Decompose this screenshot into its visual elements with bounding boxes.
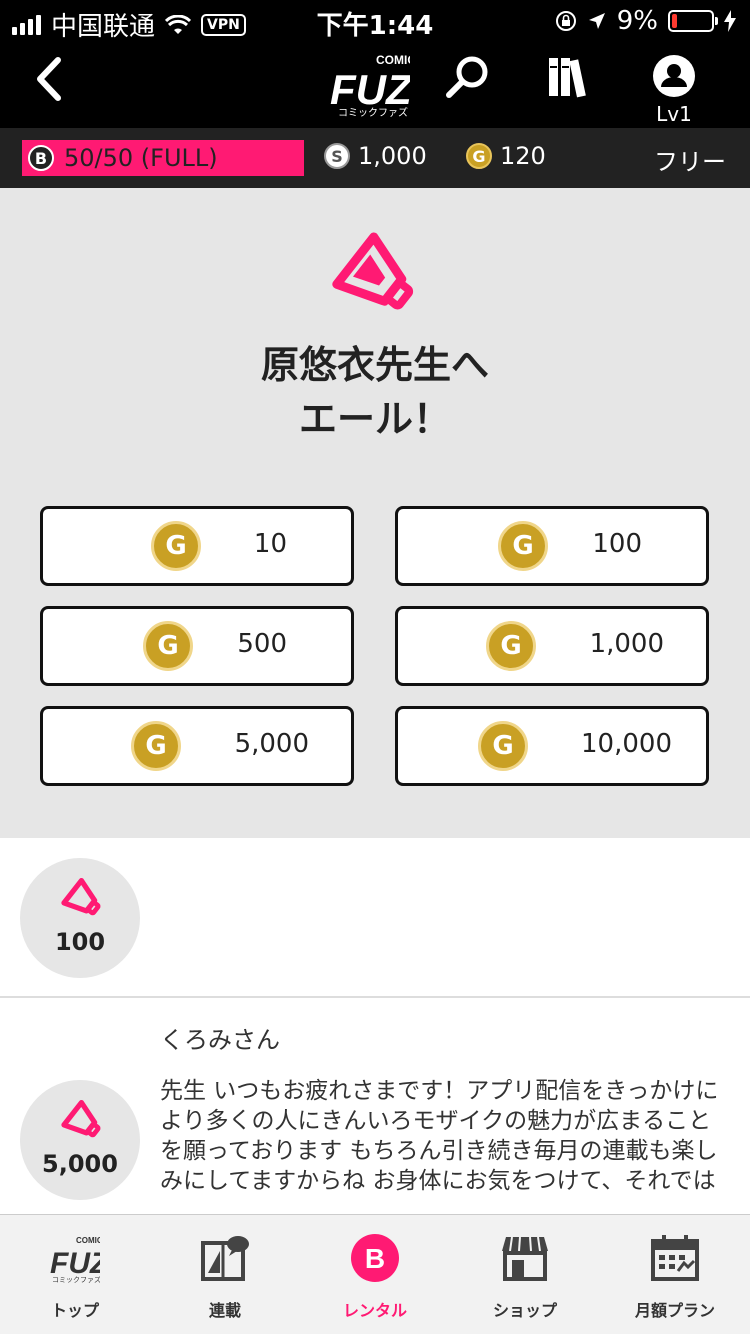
- location-icon: [588, 13, 605, 29]
- tab-label: 月額プラン: [634, 1301, 715, 1320]
- shop-icon: [502, 1236, 548, 1281]
- search-icon[interactable]: [444, 54, 490, 100]
- g-points-value: 120: [500, 142, 546, 170]
- cheer-amount-badge: 100: [20, 858, 140, 978]
- battery-percent: 9%: [616, 6, 658, 36]
- cheer-amount-badge: 5,000: [20, 1080, 140, 1200]
- comment-text: 先生 いつもお疲れさまです！アプリ配信をきっかけにより多くの人にきんいろモザイク…: [160, 1078, 719, 1194]
- tab-rental[interactable]: B レンタル: [300, 1215, 450, 1334]
- g-coin-icon: G: [151, 521, 201, 571]
- badge-amount: 100: [54, 928, 106, 956]
- tab-label: トップ: [50, 1301, 99, 1320]
- tab-label: 連載: [208, 1301, 241, 1320]
- g-points: G 120: [466, 142, 546, 170]
- g-coin-icon: G: [498, 521, 548, 571]
- plan-label: フリー: [654, 148, 726, 176]
- tab-label: ショップ: [492, 1301, 557, 1320]
- back-icon[interactable]: [30, 54, 70, 104]
- svg-text:B: B: [365, 1243, 385, 1274]
- rotation-lock-icon: [555, 11, 576, 31]
- magazine-chat-icon: [201, 1236, 249, 1281]
- cheer-5000-button[interactable]: G 5,000: [40, 706, 354, 786]
- status-bar: 中国联通 VPN 下午1:44 9%: [0, 0, 750, 42]
- cheer-1000-button[interactable]: G 1,000: [395, 606, 709, 686]
- bookshelf-icon[interactable]: [546, 54, 592, 100]
- megaphone-icon: [332, 232, 414, 310]
- b-point-icon: B: [28, 145, 54, 171]
- g-coin-icon: G: [143, 621, 193, 671]
- svg-text:COMIC: COMIC: [376, 53, 410, 67]
- b-points-box: B 50/50 (FULL): [22, 140, 304, 176]
- rental-b-icon: B: [351, 1234, 399, 1282]
- cheer-amount: 100: [592, 529, 642, 559]
- megaphone-icon: [61, 1099, 101, 1138]
- tab-top[interactable]: COMIC FUZ コミックファズ トップ: [0, 1215, 150, 1334]
- cheer-feed: 100 くろみさん 5,000 先生 いつもお疲れさまです！アプリ配信をきっかけ…: [0, 838, 750, 1214]
- cheer-500-button[interactable]: G 500: [40, 606, 354, 686]
- cheer-amount: 1,000: [589, 629, 664, 659]
- bottom-tab-bar: COMIC FUZ コミックファズ トップ 連載 B レンタル ショップ: [0, 1214, 750, 1334]
- cheer-title: 原悠衣先生へ エール！: [0, 338, 750, 446]
- tab-monthly-plan[interactable]: 月額プラン: [600, 1215, 750, 1334]
- cheer-title-line1: 原悠衣先生へ: [260, 343, 489, 387]
- battery-icon: [668, 10, 718, 32]
- g-coin-icon: G: [486, 621, 536, 671]
- fuz-logo-icon: COMIC FUZ コミックファズ: [50, 1236, 100, 1283]
- cheer-amount: 10,000: [581, 729, 672, 759]
- cheer-10000-button[interactable]: G 10,000: [395, 706, 709, 786]
- tab-label: レンタル: [342, 1301, 407, 1320]
- cheer-amount: 500: [237, 629, 287, 659]
- svg-text:COMIC: COMIC: [76, 1236, 100, 1245]
- charging-icon: [724, 10, 736, 32]
- s-points: S 1,000: [324, 142, 427, 170]
- g-coin-icon: G: [478, 721, 528, 771]
- badge-amount: 5,000: [42, 1150, 118, 1178]
- tab-shop[interactable]: ショップ: [450, 1215, 600, 1334]
- user-icon[interactable]: [652, 54, 696, 98]
- fuz-logo[interactable]: COMIC FUZ コミックファズ: [330, 50, 410, 118]
- svg-text:FUZ: FUZ: [330, 66, 410, 113]
- tab-serial[interactable]: 連載: [150, 1215, 300, 1334]
- feed-divider: [0, 996, 750, 998]
- cheer-100-button[interactable]: G 100: [395, 506, 709, 586]
- comment-username: くろみさん: [160, 1026, 280, 1054]
- cheer-panel: 原悠衣先生へ エール！ G 10 G 100 G 500 G 1,000 G 5…: [0, 188, 750, 838]
- app-header: COMIC FUZ コミックファズ Lv1: [0, 40, 750, 128]
- s-point-icon: S: [324, 143, 350, 169]
- calendar-icon: [651, 1235, 699, 1281]
- b-points-value: 50/50 (FULL): [64, 144, 218, 172]
- cheer-10-button[interactable]: G 10: [40, 506, 354, 586]
- points-bar: B 50/50 (FULL) S 1,000 G 120 フリー: [0, 128, 750, 188]
- user-level: Lv1: [656, 102, 692, 126]
- svg-text:コミックファズ: コミックファズ: [52, 1275, 100, 1283]
- megaphone-icon: [61, 877, 101, 916]
- g-coin-icon: G: [131, 721, 181, 771]
- s-points-value: 1,000: [358, 142, 427, 170]
- g-point-icon: G: [466, 143, 492, 169]
- svg-text:コミックファズ: コミックファズ: [338, 106, 408, 118]
- cheer-amount: 10: [253, 529, 287, 559]
- cheer-title-line2: エール！: [298, 397, 451, 441]
- cheer-amount: 5,000: [234, 729, 309, 759]
